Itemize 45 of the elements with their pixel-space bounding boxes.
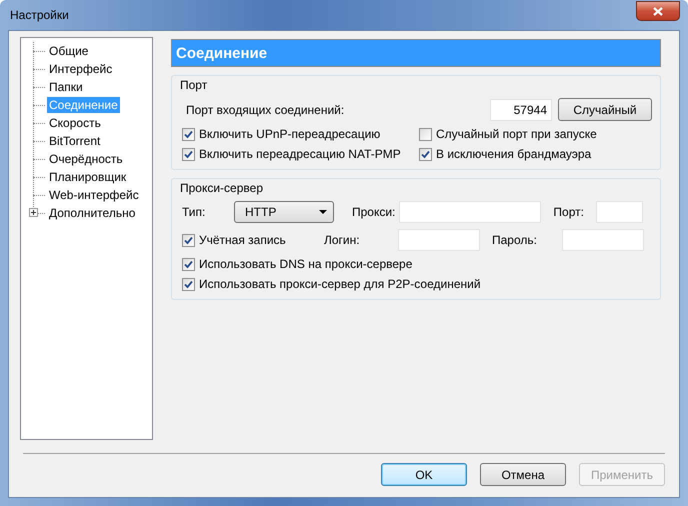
random-button[interactable]: Случайный [558,98,652,121]
check-icon [184,260,193,268]
password-field[interactable] [562,229,644,251]
type-dropdown[interactable]: HTTP [234,201,334,223]
login-field[interactable] [398,229,480,251]
tree-item[interactable]: Папки [47,79,85,95]
expand-icon[interactable] [29,208,38,217]
tree-item[interactable]: Очерёдность [47,151,125,167]
tree-item[interactable]: Дополнительно [47,205,138,221]
tree-item[interactable]: Общие [47,43,90,59]
check-icon [421,150,430,158]
proxy-port-field[interactable] [596,201,643,223]
port-label: Порт входящих соединений: [185,102,346,116]
login-label: Логин: [324,233,361,247]
type-label: Тип: [182,205,206,219]
checkbox-option[interactable]: Использовать DNS на прокси-сервере [182,257,412,271]
checkbox-option[interactable]: В исключения брандмауэра [419,147,592,161]
check-icon [184,236,193,244]
checkbox-option[interactable]: Включить UPnP-переадресацию [182,127,419,141]
tree-item[interactable]: Планировщик [47,169,128,185]
caret-icon [319,210,327,214]
port-label: Порт: [553,205,584,219]
tree-item[interactable]: BitTorrent [47,133,102,149]
port-field[interactable]: 57944 [490,98,552,120]
check-icon [184,150,193,158]
tree-item[interactable]: Интерфейс [47,61,114,77]
tree-item[interactable]: Скорость [47,115,103,131]
password-label: Пароль: [492,233,538,247]
proxy-field[interactable] [399,201,542,223]
checkbox-option[interactable]: Учётная запись [182,233,324,247]
check-icon [184,280,193,288]
group-title: Порт [180,78,208,92]
page-header: Соединение [171,39,661,67]
dialog-button[interactable]: OK [381,463,467,486]
proxy-label: Прокси: [352,205,396,219]
close-icon [653,6,663,16]
checkbox-option[interactable]: Включить переадресацию NAT-PMP [182,147,419,161]
close-button[interactable] [636,1,680,21]
dialog-button[interactable]: Отмена [480,463,566,486]
checkbox-option[interactable]: Использовать прокси-сервер для P2P-соединений [182,277,481,291]
group-title: Прокси-сервер [180,181,264,195]
tree-item[interactable]: Web-интерфейс [47,187,141,203]
checkbox-option[interactable]: Случайный порт при запуске [419,127,597,141]
window-title: Настройки [9,8,69,22]
check-icon [184,130,193,138]
